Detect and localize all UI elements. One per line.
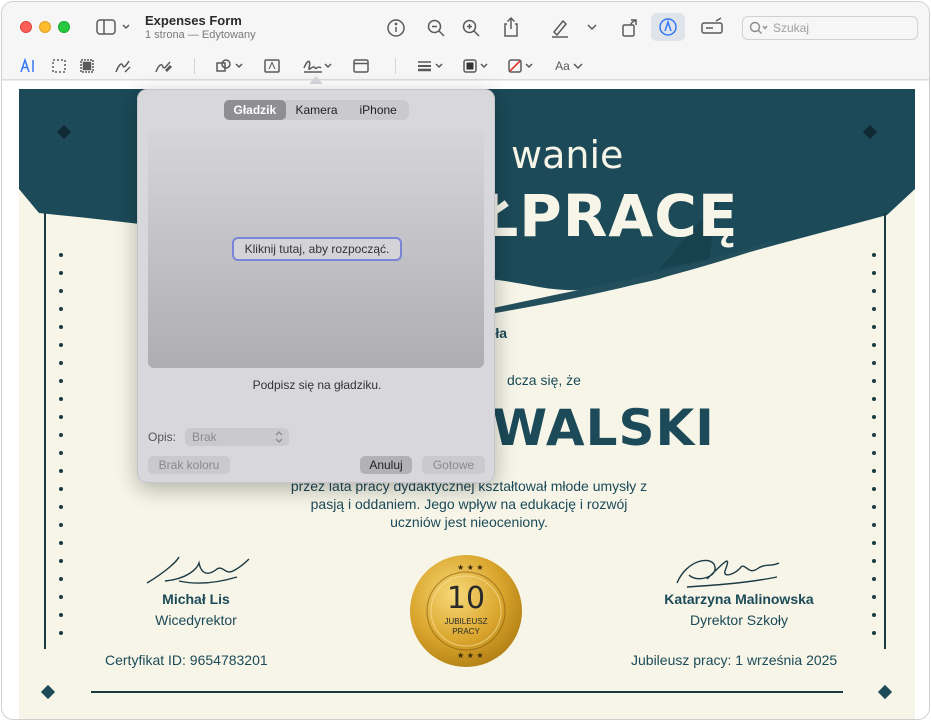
cancel-button[interactable]: Anuluj <box>360 456 412 474</box>
sketch-button[interactable] <box>113 57 133 75</box>
text-select-icon <box>20 58 34 73</box>
svg-text:★ ★ ★: ★ ★ ★ <box>457 563 484 572</box>
sidebar-icon <box>96 19 130 35</box>
title-bar: Expenses Form 1 strona — Edytowany <box>2 2 929 52</box>
form-filling-button[interactable] <box>699 16 725 38</box>
line-style-icon <box>418 61 443 72</box>
medal-number: 10 <box>446 581 486 616</box>
medal-text: JUBILEUSZ <box>444 617 488 626</box>
sidebar-toggle-button[interactable] <box>95 17 133 37</box>
signature-button[interactable] <box>302 56 334 76</box>
markup-toolbar-button[interactable] <box>651 13 685 41</box>
text-style-label: Aa <box>555 59 570 73</box>
certificate-jubilee-date: Jubileusz pracy: 1 września 2025 <box>631 652 838 668</box>
signature-left-image <box>146 556 250 584</box>
search-field[interactable] <box>742 16 918 40</box>
document-subtitle: 1 strona — Edytowany <box>145 29 256 41</box>
certificate-body-line: pasją i oddaniem. Jego wpływ na edukację… <box>310 496 628 512</box>
certificate-bottom-rule <box>91 691 843 693</box>
done-button[interactable]: Gotowe <box>422 456 485 474</box>
search-input[interactable] <box>773 21 913 35</box>
share-button[interactable] <box>500 15 522 39</box>
certificate-recipient-name: WALSKI <box>492 399 715 457</box>
rotate-icon <box>622 19 637 37</box>
markup-pen-icon <box>659 18 677 36</box>
svg-text:★ ★ ★: ★ ★ ★ <box>457 651 484 660</box>
signer-left-role: Wicedyrektor <box>155 612 237 628</box>
description-value: Brak <box>192 430 217 444</box>
tab-trackpad[interactable]: Gładzik <box>224 100 286 120</box>
smart-select-icon <box>80 59 94 73</box>
search-icon <box>749 21 768 34</box>
shape-style-button[interactable] <box>416 57 446 75</box>
tab-camera[interactable]: Kamera <box>286 100 348 120</box>
form-icon <box>701 17 723 34</box>
border-color-icon <box>463 59 488 73</box>
document-title: Expenses Form <box>145 13 242 28</box>
sketch-icon <box>115 60 131 73</box>
zoom-out-icon <box>427 19 445 37</box>
signature-popover: Gładzik Kamera iPhone Kliknij tutaj, aby… <box>137 89 495 483</box>
fill-color-button[interactable] <box>507 57 537 75</box>
zoom-window-button[interactable] <box>58 21 70 33</box>
rect-selection-button[interactable] <box>50 57 68 75</box>
certificate-body-text: przez lata pracy dydaktycznej kształtowa… <box>259 477 679 531</box>
border-color-button[interactable] <box>462 57 492 75</box>
close-window-button[interactable] <box>20 21 32 33</box>
zoom-out-button[interactable] <box>425 17 447 39</box>
signer-right-role: Dyrektor Szkoły <box>689 612 789 628</box>
text-style-button[interactable]: Aa <box>554 57 584 75</box>
signer-right-name: Katarzyna Malinowska <box>664 591 814 607</box>
certificate-body-line: uczniów jest nieoceniony. <box>390 514 548 530</box>
note-button[interactable] <box>352 57 370 75</box>
preview-window: Expenses Form 1 strona — Edytowany Szuka… <box>1 1 930 720</box>
highlighter-icon <box>552 19 568 38</box>
signature-icon <box>303 60 332 73</box>
signer-left-name: Michał Lis <box>162 591 230 607</box>
shapes-icon <box>216 59 243 72</box>
markup-toolbar: Aa <box>2 52 929 80</box>
rotate-button[interactable] <box>618 16 642 40</box>
text-box-button[interactable] <box>263 57 281 75</box>
shapes-button[interactable] <box>215 57 245 75</box>
chevron-updown-icon <box>275 431 283 443</box>
instant-alpha-button[interactable] <box>78 57 96 75</box>
start-signing-button[interactable]: Kliknij tutaj, aby rozpocząć. <box>232 237 402 261</box>
note-icon <box>353 59 369 73</box>
highlight-button[interactable] <box>548 17 572 39</box>
share-icon <box>504 16 518 37</box>
info-icon <box>387 19 405 37</box>
text-box-icon <box>264 59 280 73</box>
toolbar-divider <box>395 58 396 74</box>
signature-right-image <box>676 559 780 588</box>
certificate-id: Certyfikat ID: 9654783201 <box>105 652 268 668</box>
highlight-menu-button[interactable] <box>586 21 598 33</box>
signature-hint: Podpisz się na gładziku. <box>252 378 382 392</box>
chevron-down-icon <box>587 24 597 31</box>
tab-iphone[interactable]: iPhone <box>347 100 409 120</box>
fill-color-icon <box>508 59 533 73</box>
signature-pad[interactable]: Kliknij tutaj, aby rozpocząć. <box>148 130 484 368</box>
description-label: Opis: <box>148 430 177 444</box>
draw-icon <box>155 61 172 73</box>
draw-button[interactable] <box>153 57 173 75</box>
certificate-heading-line2: ŁPRACĘ <box>481 182 739 250</box>
chevron-down-icon <box>573 63 583 70</box>
signature-source-tabs: Gładzik Kamera iPhone <box>224 100 409 120</box>
no-color-button[interactable]: Brak koloru <box>148 456 230 474</box>
zoom-in-icon <box>462 19 480 37</box>
description-select[interactable]: Brak <box>185 428 289 446</box>
rect-select-icon <box>52 59 66 73</box>
info-button[interactable] <box>385 17 407 39</box>
zoom-in-button[interactable] <box>460 17 482 39</box>
certificate-heading-line1: wanie <box>511 133 624 177</box>
minimize-window-button[interactable] <box>39 21 51 33</box>
text-selection-button[interactable] <box>18 57 38 75</box>
certificate-confirms-text: dcza się, że <box>507 372 581 388</box>
popover-arrow <box>309 76 323 84</box>
toolbar-divider <box>194 58 195 74</box>
medal-text: PRACY <box>452 627 480 636</box>
